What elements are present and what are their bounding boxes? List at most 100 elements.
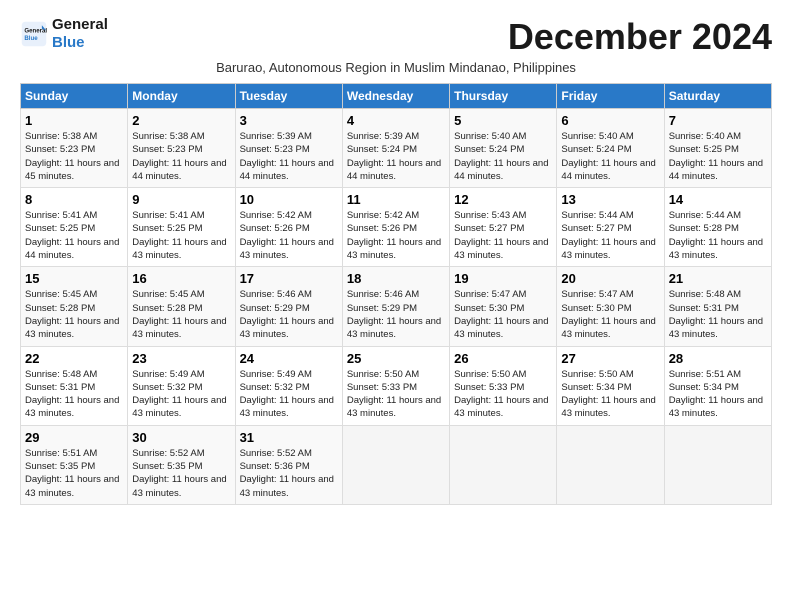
day-number: 20 [561,271,659,286]
day-info: Sunrise: 5:38 AMSunset: 5:23 PMDaylight:… [132,130,230,183]
day-number: 9 [132,192,230,207]
calendar-cell: 14Sunrise: 5:44 AMSunset: 5:28 PMDayligh… [664,188,771,267]
day-info: Sunrise: 5:43 AMSunset: 5:27 PMDaylight:… [454,209,552,262]
calendar-cell: 6 Sunrise: 5:40 AMSunset: 5:24 PMDaylight… [557,109,664,188]
calendar-week-row: 1 Sunrise: 5:38 AMSunset: 5:23 PMDaylight… [21,109,772,188]
day-number: 15 [25,271,123,286]
day-number: 4 [347,113,445,128]
header-tuesday: Tuesday [235,84,342,109]
calendar-cell: 22Sunrise: 5:48 AMSunset: 5:31 PMDayligh… [21,346,128,425]
day-info: Sunrise: 5:48 AMSunset: 5:31 PMDaylight:… [25,368,123,421]
day-number: 17 [240,271,338,286]
calendar-cell: 24Sunrise: 5:49 AMSunset: 5:32 PMDayligh… [235,346,342,425]
day-info: Sunrise: 5:39 AMSunset: 5:24 PMDaylight:… [347,130,445,183]
day-number: 3 [240,113,338,128]
day-info: Sunrise: 5:48 AMSunset: 5:31 PMDaylight:… [669,288,767,341]
header-saturday: Saturday [664,84,771,109]
day-number: 1 [25,113,123,128]
calendar-cell: 3 Sunrise: 5:39 AMSunset: 5:23 PMDaylight… [235,109,342,188]
calendar-cell: 10Sunrise: 5:42 AMSunset: 5:26 PMDayligh… [235,188,342,267]
calendar-cell: 25 Sunrise: 5:50 AMSunset: 5:33 PMDayligh… [342,346,449,425]
calendar-cell: 4 Sunrise: 5:39 AMSunset: 5:24 PMDaylight… [342,109,449,188]
day-number: 8 [25,192,123,207]
day-number: 6 [561,113,659,128]
day-number: 12 [454,192,552,207]
calendar-cell [342,425,449,504]
calendar-cell: 1 Sunrise: 5:38 AMSunset: 5:23 PMDaylight… [21,109,128,188]
calendar-header-row: SundayMondayTuesdayWednesdayThursdayFrid… [21,84,772,109]
day-info: Sunrise: 5:42 AMSunset: 5:26 PMDaylight:… [240,209,338,262]
day-number: 28 [669,351,767,366]
day-number: 11 [347,192,445,207]
day-info: Sunrise: 5:50 AMSunset: 5:33 PMDaylight:… [454,368,552,421]
logo-general: General [52,16,108,34]
calendar-cell: 8 Sunrise: 5:41 AMSunset: 5:25 PMDaylight… [21,188,128,267]
calendar-week-row: 29 Sunrise: 5:51 AMSunset: 5:35 PMDayligh… [21,425,772,504]
day-number: 21 [669,271,767,286]
day-info: Sunrise: 5:40 AMSunset: 5:24 PMDaylight:… [561,130,659,183]
day-info: Sunrise: 5:45 AMSunset: 5:28 PMDaylight:… [132,288,230,341]
day-info: Sunrise: 5:41 AMSunset: 5:25 PMDaylight:… [25,209,123,262]
day-number: 29 [25,430,123,445]
month-title: December 2024 [108,16,772,58]
day-info: Sunrise: 5:46 AMSunset: 5:29 PMDaylight:… [240,288,338,341]
logo-icon: General Blue [20,20,48,48]
calendar-cell: 31Sunrise: 5:52 AMSunset: 5:36 PMDayligh… [235,425,342,504]
day-info: Sunrise: 5:39 AMSunset: 5:23 PMDaylight:… [240,130,338,183]
day-info: Sunrise: 5:44 AMSunset: 5:27 PMDaylight:… [561,209,659,262]
calendar-cell: 11 Sunrise: 5:42 AMSunset: 5:26 PMDayligh… [342,188,449,267]
calendar-cell [450,425,557,504]
day-info: Sunrise: 5:52 AMSunset: 5:35 PMDaylight:… [132,447,230,500]
day-info: Sunrise: 5:50 AMSunset: 5:34 PMDaylight:… [561,368,659,421]
calendar-cell: 30 Sunrise: 5:52 AMSunset: 5:35 PMDayligh… [128,425,235,504]
day-number: 26 [454,351,552,366]
header-thursday: Thursday [450,84,557,109]
day-number: 23 [132,351,230,366]
location-subtitle: Barurao, Autonomous Region in Muslim Min… [20,60,772,75]
day-number: 27 [561,351,659,366]
day-number: 2 [132,113,230,128]
day-number: 31 [240,430,338,445]
day-info: Sunrise: 5:40 AMSunset: 5:25 PMDaylight:… [669,130,767,183]
header-friday: Friday [557,84,664,109]
day-info: Sunrise: 5:42 AMSunset: 5:26 PMDaylight:… [347,209,445,262]
day-number: 19 [454,271,552,286]
calendar-cell: 27 Sunrise: 5:50 AMSunset: 5:34 PMDayligh… [557,346,664,425]
svg-text:Blue: Blue [24,35,38,42]
calendar-cell [557,425,664,504]
calendar-cell [664,425,771,504]
calendar-cell: 17 Sunrise: 5:46 AMSunset: 5:29 PMDayligh… [235,267,342,346]
calendar-cell: 18 Sunrise: 5:46 AMSunset: 5:29 PMDayligh… [342,267,449,346]
calendar-week-row: 15 Sunrise: 5:45 AMSunset: 5:28 PMDayligh… [21,267,772,346]
calendar-cell: 26 Sunrise: 5:50 AMSunset: 5:33 PMDayligh… [450,346,557,425]
calendar-week-row: 22Sunrise: 5:48 AMSunset: 5:31 PMDayligh… [21,346,772,425]
day-info: Sunrise: 5:49 AMSunset: 5:32 PMDaylight:… [240,368,338,421]
day-info: Sunrise: 5:50 AMSunset: 5:33 PMDaylight:… [347,368,445,421]
day-number: 13 [561,192,659,207]
day-info: Sunrise: 5:51 AMSunset: 5:35 PMDaylight:… [25,447,123,500]
day-number: 5 [454,113,552,128]
calendar-cell: 16 Sunrise: 5:45 AMSunset: 5:28 PMDayligh… [128,267,235,346]
day-info: Sunrise: 5:44 AMSunset: 5:28 PMDaylight:… [669,209,767,262]
day-info: Sunrise: 5:51 AMSunset: 5:34 PMDaylight:… [669,368,767,421]
calendar-cell: 23 Sunrise: 5:49 AMSunset: 5:32 PMDayligh… [128,346,235,425]
calendar-cell: 12 Sunrise: 5:43 AMSunset: 5:27 PMDayligh… [450,188,557,267]
day-info: Sunrise: 5:38 AMSunset: 5:23 PMDaylight:… [25,130,123,183]
calendar-cell: 2 Sunrise: 5:38 AMSunset: 5:23 PMDaylight… [128,109,235,188]
day-number: 16 [132,271,230,286]
day-info: Sunrise: 5:49 AMSunset: 5:32 PMDaylight:… [132,368,230,421]
day-info: Sunrise: 5:45 AMSunset: 5:28 PMDaylight:… [25,288,123,341]
calendar-cell: 15 Sunrise: 5:45 AMSunset: 5:28 PMDayligh… [21,267,128,346]
day-number: 7 [669,113,767,128]
month-year-header: December 2024 [108,16,772,58]
calendar-cell: 21 Sunrise: 5:48 AMSunset: 5:31 PMDayligh… [664,267,771,346]
day-info: Sunrise: 5:40 AMSunset: 5:24 PMDaylight:… [454,130,552,183]
day-info: Sunrise: 5:46 AMSunset: 5:29 PMDaylight:… [347,288,445,341]
day-number: 18 [347,271,445,286]
day-number: 25 [347,351,445,366]
calendar-cell: 7 Sunrise: 5:40 AMSunset: 5:25 PMDaylight… [664,109,771,188]
calendar-cell: 13 Sunrise: 5:44 AMSunset: 5:27 PMDayligh… [557,188,664,267]
header-monday: Monday [128,84,235,109]
logo: General Blue General Blue [20,16,108,52]
day-number: 30 [132,430,230,445]
